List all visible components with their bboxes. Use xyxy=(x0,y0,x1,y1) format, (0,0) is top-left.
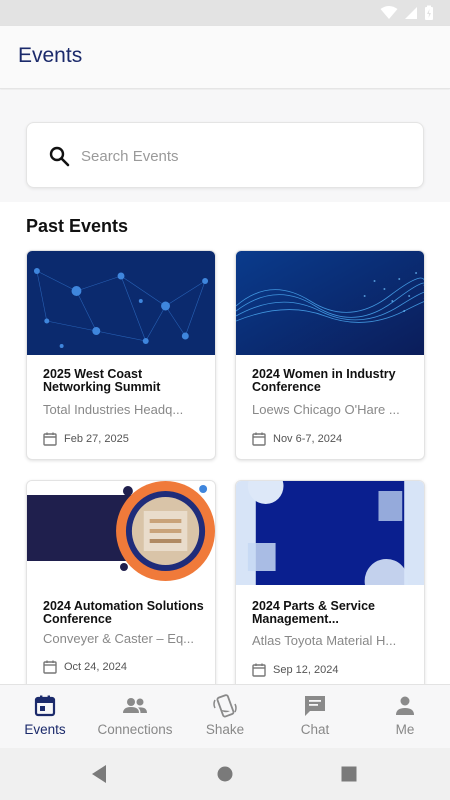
event-title: 2024 Parts & Service Management... xyxy=(252,599,376,626)
nav-label-me: Me xyxy=(395,722,415,737)
event-date: Feb 27, 2025 xyxy=(64,433,129,445)
event-card[interactable]: 2024 Automation Solutions Conference Con… xyxy=(26,480,216,684)
battery-icon xyxy=(425,5,433,20)
event-title: 2024 Automation Solutions Conference xyxy=(43,599,204,626)
chat-icon xyxy=(305,696,325,716)
nav-label-shake: Shake xyxy=(205,722,245,737)
event-image xyxy=(27,251,215,355)
event-title: 2025 West Coast Networking Summit xyxy=(43,367,161,394)
event-card[interactable]: 2024 Parts & Service Management... Atlas… xyxy=(235,480,425,684)
event-image xyxy=(27,481,215,585)
calendar-icon xyxy=(34,695,56,717)
status-icons xyxy=(380,5,434,21)
event-location: Total Industries Headq... xyxy=(43,402,184,417)
event-date: Nov 6-7, 2024 xyxy=(273,433,343,445)
event-card[interactable]: 2024 Women in Industry Conference Loews … xyxy=(235,250,425,460)
home-icon[interactable] xyxy=(216,765,234,783)
nav-label-chat: Chat xyxy=(300,722,330,737)
section-title: Past Events xyxy=(26,216,129,236)
bottom-nav: Events Connections Shake Chat Me xyxy=(0,684,450,748)
event-date: Oct 24, 2024 xyxy=(64,661,127,673)
event-date: Sep 12, 2024 xyxy=(273,664,339,676)
event-title: 2024 Women in Industry Conference xyxy=(252,367,396,394)
nav-item-shake[interactable]: Shake xyxy=(180,685,270,749)
person-icon xyxy=(396,696,414,715)
calendar-icon xyxy=(252,663,266,677)
event-image xyxy=(236,251,424,355)
event-date-row: Nov 6-7, 2024 xyxy=(252,432,342,446)
back-icon[interactable] xyxy=(90,764,108,784)
signal-icon xyxy=(405,7,417,19)
event-location: Loews Chicago O'Hare ... xyxy=(252,402,400,417)
calendar-icon xyxy=(43,432,57,446)
recents-icon[interactable] xyxy=(341,766,357,782)
search-icon xyxy=(49,146,70,167)
event-location: Conveyer & Caster – Eq... xyxy=(43,631,195,646)
calendar-icon xyxy=(252,432,266,446)
page-title: Events xyxy=(18,44,83,67)
event-date-row: Feb 27, 2025 xyxy=(43,432,129,446)
event-image xyxy=(236,481,424,585)
app-bar: Events xyxy=(0,26,450,89)
search-section xyxy=(0,90,450,202)
nav-item-events[interactable]: Events xyxy=(0,685,90,749)
status-bar xyxy=(0,0,450,26)
event-card[interactable]: 2025 West Coast Networking Summit Total … xyxy=(26,250,216,460)
nav-item-connections[interactable]: Connections xyxy=(90,685,180,749)
search-bar[interactable] xyxy=(26,122,424,188)
event-location: Atlas Toyota Material H... xyxy=(252,633,397,648)
nav-label-events: Events xyxy=(24,722,66,737)
nav-item-chat[interactable]: Chat xyxy=(270,685,360,749)
people-icon xyxy=(123,698,147,713)
shake-icon xyxy=(213,694,237,718)
search-input[interactable] xyxy=(81,141,401,171)
wifi-icon xyxy=(380,6,398,19)
system-nav-bar xyxy=(0,748,450,800)
event-date-row: Sep 12, 2024 xyxy=(252,663,338,677)
event-date-row: Oct 24, 2024 xyxy=(43,660,127,674)
nav-label-connections: Connections xyxy=(97,722,173,737)
nav-item-me[interactable]: Me xyxy=(360,685,450,749)
events-content: Past Events 2025 West Coast Networking S… xyxy=(0,202,450,684)
calendar-icon xyxy=(43,660,57,674)
